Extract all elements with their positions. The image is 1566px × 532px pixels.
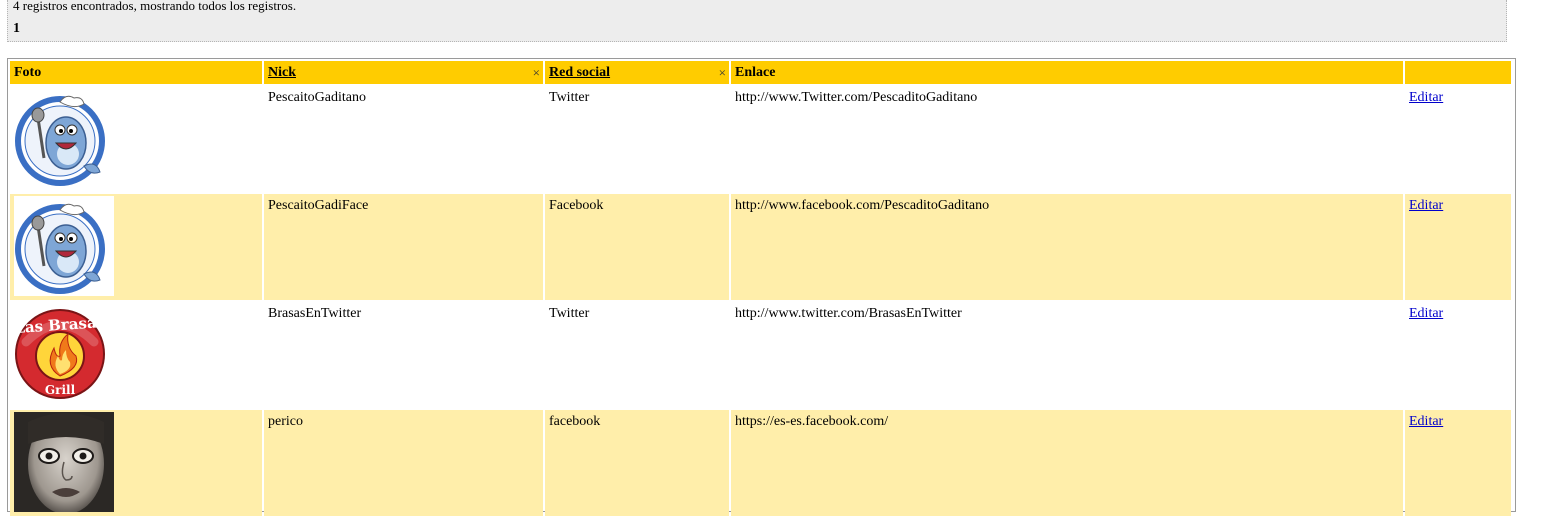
- fish-chef-logo: [14, 88, 114, 188]
- table-row: PescaitoGaditano Twitter http://www.Twit…: [10, 86, 1511, 192]
- edit-link[interactable]: Editar: [1409, 414, 1443, 429]
- enlace-cell: https://es-es.facebook.com/: [731, 410, 1403, 516]
- photo-cell: Las Brasas Grill: [10, 302, 262, 408]
- red-social-cell: facebook: [545, 410, 729, 516]
- enlace-cell: http://www.twitter.com/BrasasEnTwitter: [731, 302, 1403, 408]
- edit-link[interactable]: Editar: [1409, 198, 1443, 213]
- clear-sort-red-social-icon[interactable]: ×: [719, 65, 726, 81]
- svg-text:Grill: Grill: [45, 383, 76, 397]
- records-grid: Foto Nick × Red social × Enlace Pescaito…: [7, 58, 1516, 516]
- column-header-actions: [1405, 61, 1511, 84]
- results-count-text: 4 registros encontrados, mostrando todos…: [13, 0, 297, 13]
- nick-cell: PescaitoGadiFace: [264, 194, 543, 300]
- clear-sort-nick-icon[interactable]: ×: [533, 65, 540, 81]
- nick-cell: BrasasEnTwitter: [264, 302, 543, 408]
- column-header-red-social[interactable]: Red social ×: [545, 61, 729, 84]
- face-portrait-photo: [14, 412, 114, 512]
- action-cell: Editar: [1405, 410, 1511, 516]
- sort-by-red-social-link[interactable]: Red social: [549, 65, 610, 80]
- red-social-cell: Facebook: [545, 194, 729, 300]
- las-brasas-grill-logo: Las Brasas Grill: [14, 304, 114, 404]
- red-social-cell: Twitter: [545, 302, 729, 408]
- edit-link[interactable]: Editar: [1409, 90, 1443, 105]
- enlace-cell: http://www.Twitter.com/PescaditoGaditano: [731, 86, 1403, 192]
- column-header-foto: Foto: [10, 61, 262, 84]
- action-cell: Editar: [1405, 302, 1511, 408]
- action-cell: Editar: [1405, 86, 1511, 192]
- enlace-cell: http://www.facebook.com/PescaditoGaditan…: [731, 194, 1403, 300]
- column-header-enlace: Enlace: [731, 61, 1403, 84]
- table-row: perico facebook https://es-es.facebook.c…: [10, 410, 1511, 516]
- fish-chef-logo: [14, 196, 114, 296]
- sort-by-nick-link[interactable]: Nick: [268, 65, 296, 80]
- edit-link[interactable]: Editar: [1409, 306, 1443, 321]
- pagination-current-page[interactable]: 1: [13, 21, 20, 37]
- action-cell: Editar: [1405, 194, 1511, 300]
- photo-cell: [10, 194, 262, 300]
- column-header-nick[interactable]: Nick ×: [264, 61, 543, 84]
- table-header-row: Foto Nick × Red social × Enlace: [10, 61, 1511, 84]
- photo-cell: [10, 86, 262, 192]
- table-row: PescaitoGadiFace Facebook http://www.fac…: [10, 194, 1511, 300]
- records-table: Foto Nick × Red social × Enlace Pescaito…: [8, 59, 1513, 518]
- red-social-cell: Twitter: [545, 86, 729, 192]
- nick-cell: PescaitoGaditano: [264, 86, 543, 192]
- table-row: Las Brasas Grill BrasasEnTwitter Twitter…: [10, 302, 1511, 408]
- results-info-panel: 4 registros encontrados, mostrando todos…: [7, 0, 1507, 42]
- photo-cell: [10, 410, 262, 516]
- nick-cell: perico: [264, 410, 543, 516]
